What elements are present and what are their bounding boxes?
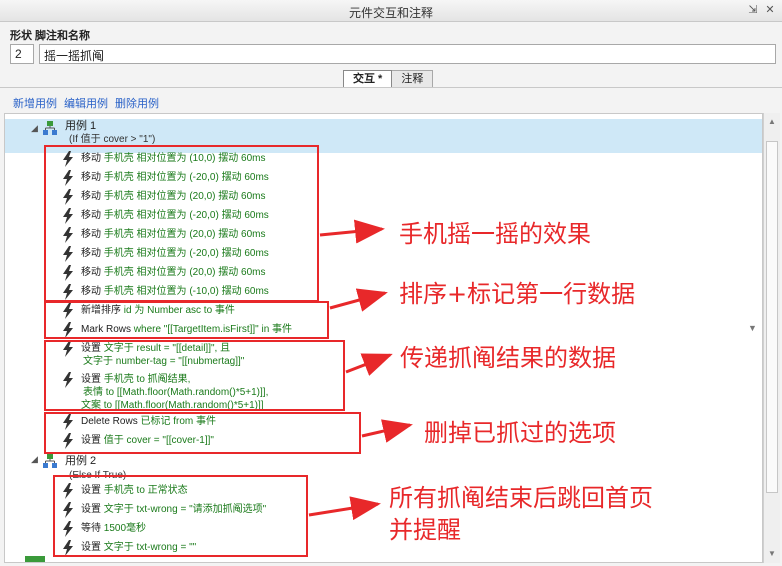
annotation-text: 排序+标记第一行数据 [399, 280, 636, 308]
annotation-text: 所有抓阄结束后跳回首页 [389, 484, 653, 512]
annotation-text: 并提醒 [389, 516, 461, 544]
annotation-text: 删掉已抓过的选项 [424, 419, 616, 447]
annotation-text: 传递抓阄结果的数据 [400, 344, 616, 372]
annotation-text: 手机摇一摇的效果 [399, 220, 591, 248]
